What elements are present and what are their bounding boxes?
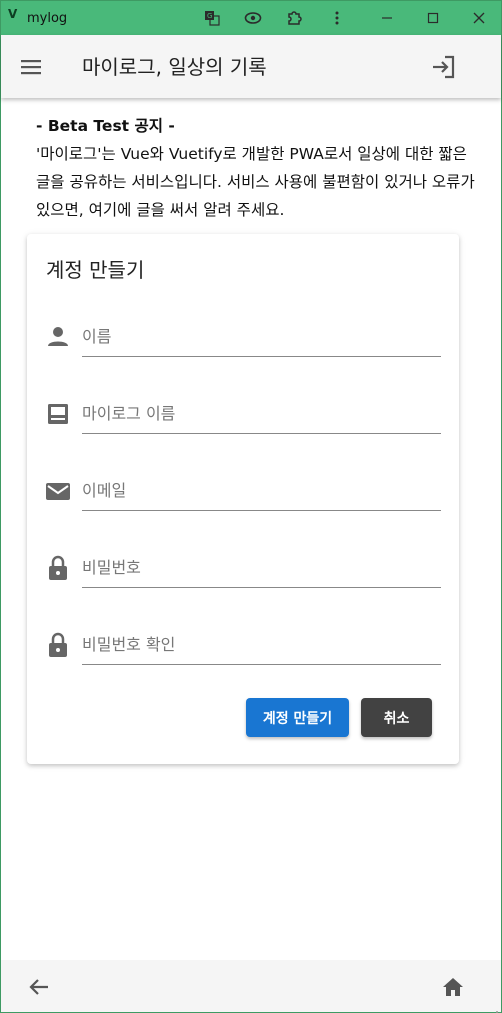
more-vert-icon[interactable] xyxy=(327,8,347,28)
card-title: 계정 만들기 xyxy=(46,258,145,282)
password-confirm-field xyxy=(45,626,441,666)
home-icon[interactable] xyxy=(441,975,465,999)
mylog-name-field xyxy=(45,395,441,435)
cancel-button[interactable]: 취소 xyxy=(361,698,432,737)
person-icon xyxy=(45,324,71,350)
close-icon[interactable] xyxy=(469,8,489,28)
notice-title: - Beta Test 공지 - xyxy=(36,117,175,135)
create-account-button[interactable]: 계정 만들기 xyxy=(246,698,349,737)
password-field xyxy=(45,549,441,589)
name-underline xyxy=(82,356,441,357)
password-underline xyxy=(82,587,441,588)
eye-icon[interactable] xyxy=(243,8,263,28)
beta-notice: - Beta Test 공지 - '마이로그'는 Vue와 Vuetify로 개… xyxy=(36,112,476,224)
resize-grip-icon[interactable] xyxy=(491,1002,499,1013)
mylog-name-input[interactable] xyxy=(82,395,441,431)
lock-icon xyxy=(45,555,71,581)
lock-icon xyxy=(45,632,71,658)
app-bar: 마이로그, 일상의 기록 xyxy=(1,35,501,98)
translate-icon[interactable]: G xyxy=(202,8,222,28)
mylog-name-underline xyxy=(82,433,441,434)
main-content: - Beta Test 공지 - '마이로그'는 Vue와 Vuetify로 개… xyxy=(1,98,501,960)
email-field xyxy=(45,472,441,512)
svg-text:G: G xyxy=(207,12,212,20)
app-title: 마이로그, 일상의 기록 xyxy=(82,55,267,79)
notice-body: '마이로그'는 Vue와 Vuetify로 개발한 PWA로서 일상에 대한 짧… xyxy=(36,145,475,219)
password-confirm-underline xyxy=(82,664,441,665)
extension-icon[interactable] xyxy=(285,8,305,28)
email-underline xyxy=(82,510,441,511)
minimize-icon[interactable] xyxy=(377,8,397,28)
name-field xyxy=(45,318,441,358)
signup-card: 계정 만들기 이름 마이로그 이름 이메일 계정 만들기 취소 xyxy=(27,234,459,764)
name-input[interactable] xyxy=(82,318,441,354)
window-titlebar[interactable]: V mylog G xyxy=(1,1,501,35)
book-icon xyxy=(45,401,71,427)
window-title: mylog xyxy=(27,11,68,26)
menu-icon[interactable] xyxy=(19,55,43,79)
email-icon xyxy=(45,478,71,504)
arrow-left-icon[interactable] xyxy=(27,975,51,999)
app-window: V mylog G 마이로그, 일상의 기록 - Beta Test 공지 - … xyxy=(0,0,502,1013)
login-icon[interactable] xyxy=(431,54,457,80)
bottom-nav xyxy=(1,960,501,1013)
password-confirm-input[interactable] xyxy=(82,626,441,662)
email-input[interactable] xyxy=(82,472,441,508)
app-logo: V xyxy=(8,7,18,21)
password-input[interactable] xyxy=(82,549,441,585)
maximize-icon[interactable] xyxy=(423,8,443,28)
